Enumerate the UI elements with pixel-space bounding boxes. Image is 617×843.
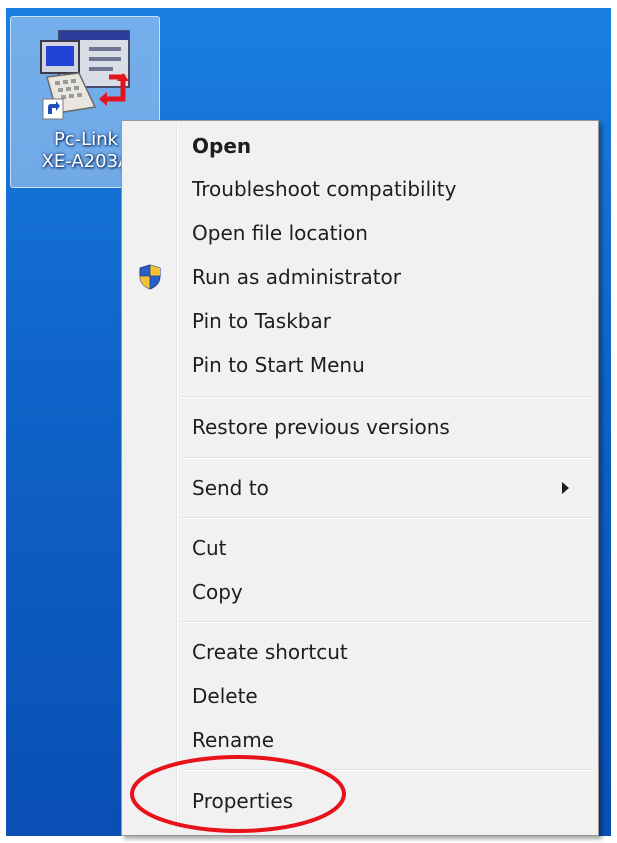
- menu-item-label: Create shortcut: [192, 640, 348, 664]
- menu-item-label: Delete: [192, 684, 258, 708]
- menu-item-delete[interactable]: Delete: [125, 676, 595, 716]
- menu-separator: [180, 621, 594, 623]
- menu-item-troubleshoot-compatibility[interactable]: Troubleshoot compatibility: [125, 169, 595, 209]
- context-menu: Open Troubleshoot compatibility Open fil…: [121, 120, 599, 836]
- menu-item-open-file-location[interactable]: Open file location: [125, 213, 595, 253]
- menu-item-pin-to-start-menu[interactable]: Pin to Start Menu: [125, 345, 595, 385]
- menu-item-label: Pin to Start Menu: [192, 353, 365, 377]
- menu-item-cut[interactable]: Cut: [125, 528, 595, 568]
- menu-separator: [180, 457, 594, 459]
- menu-item-pin-to-taskbar[interactable]: Pin to Taskbar: [125, 301, 595, 341]
- menu-item-send-to[interactable]: Send to: [125, 468, 595, 508]
- uac-shield-icon: [139, 264, 161, 290]
- menu-item-properties[interactable]: Properties: [125, 781, 595, 821]
- menu-item-label: Open: [192, 134, 252, 158]
- menu-separator: [180, 396, 594, 398]
- menu-item-create-shortcut[interactable]: Create shortcut: [125, 632, 595, 672]
- menu-item-rename[interactable]: Rename: [125, 720, 595, 760]
- menu-item-copy[interactable]: Copy: [125, 572, 595, 612]
- menu-separator: [180, 769, 594, 771]
- menu-item-label: Open file location: [192, 221, 368, 245]
- menu-item-label: Properties: [192, 789, 294, 813]
- menu-separator: [180, 517, 594, 519]
- menu-item-label: Rename: [192, 728, 275, 752]
- menu-item-label: Send to: [192, 476, 269, 500]
- menu-item-label: Pin to Taskbar: [192, 309, 331, 333]
- menu-item-label: Restore previous versions: [192, 415, 450, 439]
- menu-item-label: Copy: [192, 580, 243, 604]
- menu-item-run-as-administrator[interactable]: Run as administrator: [125, 257, 595, 297]
- menu-item-label: Run as administrator: [192, 265, 402, 289]
- submenu-arrow-icon: [562, 482, 569, 494]
- pc-link-shortcut-icon: [40, 30, 130, 120]
- menu-item-label: Cut: [192, 536, 227, 560]
- menu-item-label: Troubleshoot compatibility: [192, 177, 457, 201]
- menu-item-restore-previous-versions[interactable]: Restore previous versions: [125, 407, 595, 447]
- menu-item-open[interactable]: Open: [125, 126, 595, 166]
